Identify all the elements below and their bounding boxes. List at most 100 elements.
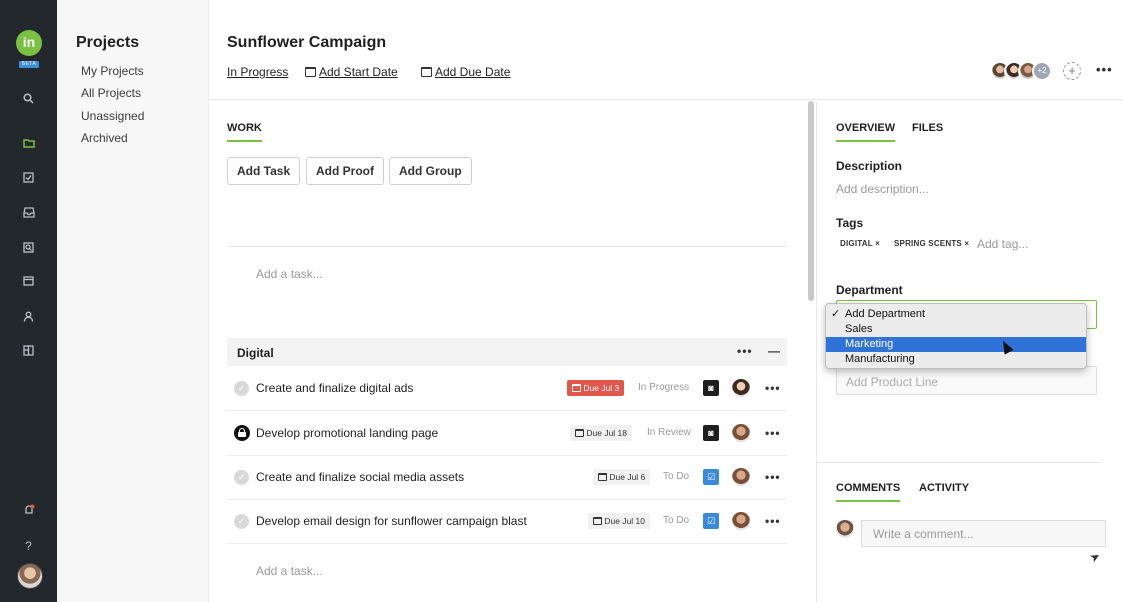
- add-group-button[interactable]: Add Group: [389, 157, 472, 185]
- task-status[interactable]: To Do: [663, 471, 689, 482]
- due-date-badge[interactable]: Due Jul 10: [588, 513, 651, 529]
- task-name[interactable]: Create and finalize social media assets: [256, 470, 464, 484]
- task-more-button[interactable]: •••: [765, 470, 781, 484]
- layout-icon[interactable]: [0, 342, 57, 362]
- department-label: Department: [836, 283, 903, 297]
- dropdown-option-add-department[interactable]: ✓ Add Department: [826, 307, 1086, 322]
- project-more-button[interactable]: •••: [1096, 62, 1113, 77]
- add-proof-button[interactable]: Add Proof: [306, 157, 384, 185]
- add-task-input[interactable]: Add a task...: [256, 267, 323, 281]
- calendar-icon: [572, 384, 581, 392]
- dropdown-option-marketing[interactable]: Marketing: [826, 337, 1086, 352]
- task-row[interactable]: Develop promotional landing page Due Jul…: [227, 412, 787, 456]
- due-date-label: Due Jul 10: [604, 516, 646, 526]
- calendar-icon[interactable]: [0, 272, 57, 292]
- nav-all-projects[interactable]: All Projects: [81, 86, 141, 100]
- task-status[interactable]: In Review: [647, 427, 691, 438]
- more-members-badge[interactable]: +2: [1032, 61, 1052, 81]
- project-status: In Progress: [227, 65, 289, 79]
- option-label: Manufacturing: [845, 353, 915, 365]
- tag-spring-scents[interactable]: SPRING SCENTS ×: [894, 239, 969, 248]
- department-dropdown-menu[interactable]: ✓ Add Department Sales Marketing Manufact…: [825, 303, 1087, 369]
- assignee-avatar[interactable]: [732, 468, 750, 486]
- tab-overview[interactable]: OVERVIEW: [836, 122, 896, 142]
- help-icon[interactable]: ?: [0, 536, 57, 556]
- close-icon[interactable]: ×: [875, 239, 880, 248]
- notification-icon[interactable]: [0, 502, 57, 522]
- project-status-link[interactable]: In Progress: [227, 65, 288, 79]
- calendar-icon: [421, 67, 432, 77]
- checkbox-icon[interactable]: ☑: [703, 513, 719, 529]
- product-line-input[interactable]: Add Product Line: [836, 366, 1097, 395]
- member-avatars[interactable]: +2: [990, 61, 1052, 81]
- check-icon[interactable]: ✓: [234, 381, 249, 396]
- task-name[interactable]: Develop promotional landing page: [256, 426, 438, 440]
- due-date-badge[interactable]: Due Jul 18: [570, 425, 633, 441]
- group-header-digital[interactable]: Digital ••• —: [227, 338, 787, 366]
- proof-icon[interactable]: [0, 239, 57, 259]
- add-task-button[interactable]: Add Task: [227, 157, 301, 185]
- comment-field[interactable]: [861, 520, 1106, 547]
- user-avatar[interactable]: [17, 563, 43, 589]
- nav-my-projects[interactable]: My Projects: [81, 64, 144, 78]
- check-icon[interactable]: ✓: [234, 470, 249, 485]
- send-icon[interactable]: ➤: [1087, 548, 1103, 565]
- due-date-badge[interactable]: Due Jul 6: [593, 469, 651, 485]
- tab-work[interactable]: WORK: [227, 122, 262, 142]
- group-more-button[interactable]: •••: [737, 344, 753, 358]
- proof-icon[interactable]: ◙: [703, 380, 719, 396]
- divider: [817, 462, 1102, 463]
- app-rail: in BETA ?: [0, 0, 57, 602]
- comment-input[interactable]: [862, 521, 1105, 546]
- group-collapse-button[interactable]: —: [768, 344, 780, 358]
- task-more-button[interactable]: •••: [765, 426, 781, 440]
- nav-archived[interactable]: Archived: [81, 131, 128, 145]
- project-title: Sunflower Campaign: [227, 34, 387, 51]
- task-name[interactable]: Develop email design for sunflower campa…: [256, 514, 527, 528]
- tab-files[interactable]: FILES: [912, 122, 943, 140]
- due-date-badge[interactable]: Due Jul 3: [567, 380, 625, 396]
- app-logo[interactable]: in: [16, 30, 42, 56]
- task-row[interactable]: ✓ Create and finalize digital ads Due Ju…: [227, 367, 787, 411]
- assignee-avatar[interactable]: [732, 512, 750, 530]
- nav-unassigned[interactable]: Unassigned: [81, 109, 144, 123]
- checkbox-icon[interactable]: ☑: [703, 469, 719, 485]
- calendar-icon: [598, 473, 607, 481]
- description-input[interactable]: Add description...: [836, 182, 929, 196]
- add-member-button[interactable]: +: [1063, 62, 1081, 80]
- lock-icon[interactable]: [234, 425, 250, 441]
- search-icon[interactable]: [0, 90, 57, 110]
- dropdown-option-manufacturing[interactable]: Manufacturing: [826, 352, 1086, 367]
- calendar-icon: [305, 67, 316, 77]
- scrollbar[interactable]: [808, 101, 814, 301]
- task-status[interactable]: In Progress: [638, 382, 689, 393]
- proof-icon[interactable]: ◙: [703, 425, 719, 441]
- tag-input[interactable]: Add tag...: [977, 237, 1028, 251]
- task-row[interactable]: ✓ Develop email design for sunflower cam…: [227, 500, 787, 544]
- close-icon[interactable]: ×: [964, 239, 969, 248]
- due-date-label: Due Jul 3: [583, 383, 620, 393]
- check-icon[interactable]: ✓: [234, 514, 249, 529]
- task-more-button[interactable]: •••: [765, 381, 781, 395]
- dropdown-option-sales[interactable]: Sales: [826, 322, 1086, 337]
- tab-comments[interactable]: COMMENTS: [836, 482, 901, 502]
- person-icon[interactable]: [0, 308, 57, 328]
- description-label: Description: [836, 159, 903, 173]
- add-due-date-link[interactable]: Add Due Date: [421, 65, 510, 79]
- folder-icon[interactable]: [0, 134, 57, 154]
- inbox-icon[interactable]: [0, 204, 57, 224]
- checkbox-icon[interactable]: [0, 169, 57, 189]
- task-row[interactable]: ✓ Create and finalize social media asset…: [227, 456, 787, 500]
- option-label: Add Department: [845, 308, 926, 320]
- commenter-avatar: [836, 520, 854, 538]
- add-task-input[interactable]: Add a task...: [256, 564, 323, 578]
- tag-digital[interactable]: DIGITAL ×: [840, 239, 880, 248]
- task-status[interactable]: To Do: [663, 515, 689, 526]
- tab-activity[interactable]: ACTIVITY: [919, 482, 969, 500]
- task-more-button[interactable]: •••: [765, 514, 781, 528]
- assignee-avatar[interactable]: [732, 379, 750, 397]
- option-label: Sales: [845, 323, 873, 335]
- add-start-date-link[interactable]: Add Start Date: [305, 65, 398, 79]
- assignee-avatar[interactable]: [732, 424, 750, 442]
- task-name[interactable]: Create and finalize digital ads: [256, 381, 413, 395]
